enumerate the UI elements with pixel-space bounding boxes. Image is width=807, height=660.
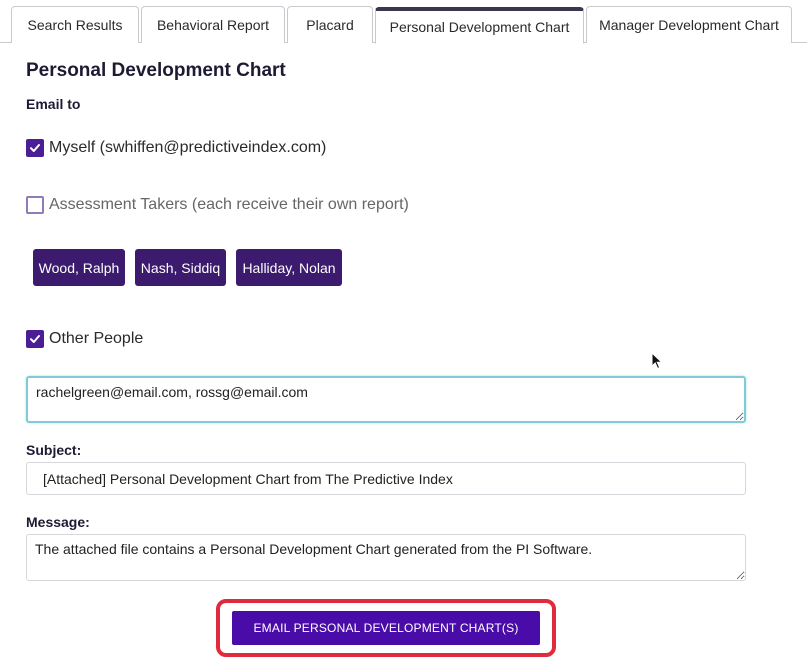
tab-behavioral-report[interactable]: Behavioral Report bbox=[141, 6, 285, 43]
assessment-takers-label: Assessment Takers (each receive their ow… bbox=[49, 196, 409, 213]
checkmark-icon bbox=[30, 335, 40, 343]
tab-search-results[interactable]: Search Results bbox=[11, 6, 139, 43]
email-to-label: Email to bbox=[26, 96, 81, 112]
tab-manager-development-chart[interactable]: Manager Development Chart bbox=[586, 6, 792, 43]
other-people-checkbox[interactable] bbox=[26, 330, 44, 348]
assessment-taker-chip[interactable]: Halliday, Nolan bbox=[236, 249, 342, 286]
subject-input[interactable] bbox=[26, 462, 746, 495]
send-button-highlight: EMAIL PERSONAL DEVELOPMENT CHART(S) bbox=[216, 599, 556, 657]
email-personal-development-chart-button[interactable]: EMAIL PERSONAL DEVELOPMENT CHART(S) bbox=[232, 611, 540, 645]
other-people-checkbox-row[interactable]: Other People bbox=[26, 330, 143, 348]
myself-checkbox[interactable] bbox=[26, 139, 44, 157]
assessment-taker-chip[interactable]: Wood, Ralph bbox=[33, 249, 125, 286]
myself-checkbox-row[interactable]: Myself (swhiffen@predictiveindex.com) bbox=[26, 139, 326, 157]
tab-bar: Search Results Behavioral Report Placard… bbox=[0, 0, 807, 44]
other-people-emails-input[interactable]: rachelgreen@email.com, rossg@email.com bbox=[26, 376, 746, 423]
mouse-pointer-icon bbox=[651, 352, 663, 370]
page-title: Personal Development Chart bbox=[26, 60, 286, 81]
assessment-takers-checkbox-row[interactable]: Assessment Takers (each receive their ow… bbox=[26, 196, 409, 214]
checkmark-icon bbox=[30, 144, 40, 152]
subject-label: Subject: bbox=[26, 442, 82, 458]
assessment-takers-checkbox[interactable] bbox=[26, 196, 44, 214]
other-people-label: Other People bbox=[49, 330, 144, 347]
message-input[interactable]: The attached file contains a Personal De… bbox=[26, 534, 746, 581]
assessment-taker-chip[interactable]: Nash, Siddiq bbox=[135, 249, 226, 286]
myself-label: Myself (swhiffen@predictiveindex.com) bbox=[49, 139, 327, 156]
tab-personal-development-chart[interactable]: Personal Development Chart bbox=[375, 7, 584, 44]
tab-placard[interactable]: Placard bbox=[287, 6, 373, 43]
message-label: Message: bbox=[26, 514, 90, 530]
